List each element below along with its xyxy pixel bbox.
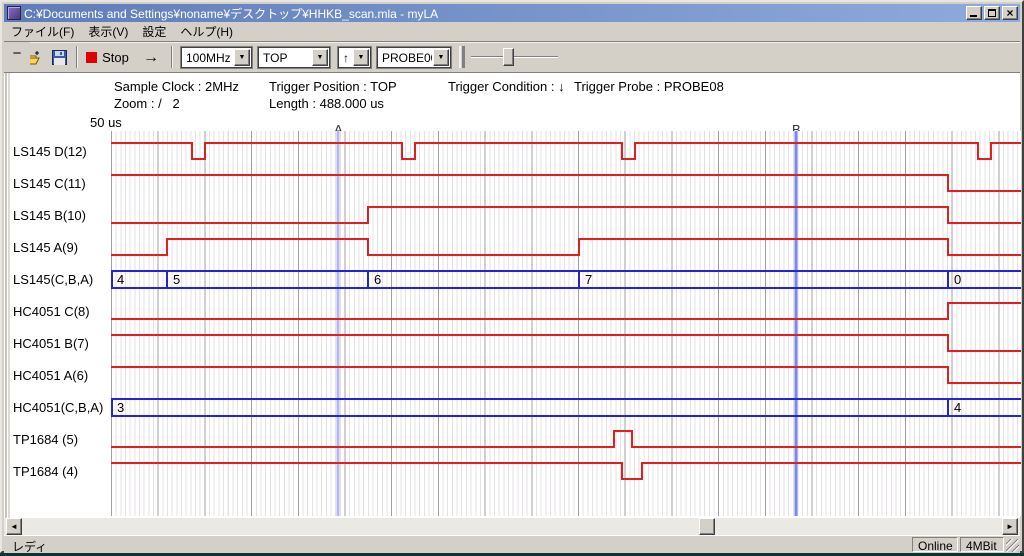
stop-button[interactable]: Stop xyxy=(83,46,132,69)
app-window: C:¥Documents and Settings¥noname¥デスクトップ¥… xyxy=(0,0,1024,553)
bus-value: 4 xyxy=(954,400,961,415)
zoom-out-button[interactable]: − xyxy=(4,42,30,65)
length-info: Length : 488.000 us xyxy=(269,96,384,111)
chevron-down-icon[interactable]: ▼ xyxy=(433,49,449,66)
clock-rate-value: 100MHz xyxy=(182,51,233,65)
trace-0 xyxy=(111,143,1021,159)
trace-10 xyxy=(111,463,1021,479)
window-title: C:¥Documents and Settings¥noname¥デスクトップ¥… xyxy=(24,5,962,22)
toolbar: Stop → 100MHz ▼ TOP ▼ ↑ ▼ PROBE00 ▼ −+AB… xyxy=(4,41,1020,72)
waveform-plot[interactable]: 4 5 6 7 0 3 4 xyxy=(111,131,1021,516)
channel-label-6[interactable]: HC4051 B(7) xyxy=(13,336,89,352)
minimize-icon xyxy=(970,15,977,17)
toolbar-separator xyxy=(76,46,78,68)
run-arrow-icon: → xyxy=(143,49,159,67)
trigger-edge-combo[interactable]: ↑ ▼ xyxy=(338,47,371,68)
resize-grip-icon[interactable] xyxy=(1006,539,1019,552)
maximize-icon xyxy=(988,9,996,17)
bus-value: 3 xyxy=(117,400,124,415)
channel-label-2[interactable]: LS145 B(10) xyxy=(13,208,86,224)
trace-3 xyxy=(111,239,1021,255)
channel-label-10[interactable]: TP1684 (4) xyxy=(13,464,78,480)
chevron-down-icon[interactable]: ▼ xyxy=(234,49,250,66)
menu-item-3[interactable]: ヘルプ(H) xyxy=(173,21,240,42)
save-file-button[interactable] xyxy=(46,46,72,69)
status-memory-badge: 4MBit xyxy=(960,537,1004,552)
toolbar-separator xyxy=(171,46,173,68)
run-button[interactable]: → xyxy=(136,46,166,69)
scroll-left-button[interactable]: ◄ xyxy=(6,518,22,535)
title-bar[interactable]: C:¥Documents and Settings¥noname¥デスクトップ¥… xyxy=(4,4,1020,22)
zoom-info: Zoom : / 2 xyxy=(114,96,180,111)
probe-combo[interactable]: PROBE00 ▼ xyxy=(377,47,451,68)
maximize-button[interactable] xyxy=(984,6,1000,20)
channel-label-0[interactable]: LS145 D(12) xyxy=(13,144,87,160)
channel-label-9[interactable]: TP1684 (5) xyxy=(13,432,78,448)
bus-value: 7 xyxy=(585,272,592,287)
menu-item-2[interactable]: 設定 xyxy=(135,21,173,42)
toolbar-grip[interactable] xyxy=(459,46,465,68)
waveform-traces: 4 5 6 7 0 3 4 xyxy=(111,131,1021,516)
channel-label-3[interactable]: LS145 A(9) xyxy=(13,240,78,256)
close-icon: × xyxy=(1003,6,1017,20)
stop-icon xyxy=(86,52,97,63)
waveform-panel: Sample Clock : 2MHz Trigger Position : T… xyxy=(4,72,1020,518)
minimize-button[interactable] xyxy=(966,6,982,20)
sample-clock-info: Sample Clock : 2MHz xyxy=(114,79,239,94)
trace-6 xyxy=(111,335,1021,351)
panel-groove xyxy=(5,73,10,518)
bus-value: 4 xyxy=(117,272,124,287)
trace-1 xyxy=(111,175,1021,191)
horizontal-scrollbar[interactable]: ◄ ► xyxy=(4,518,1020,535)
trace-7 xyxy=(111,367,1021,383)
chevron-down-icon[interactable]: ▼ xyxy=(353,49,369,66)
channel-label-1[interactable]: LS145 C(11) xyxy=(13,176,86,192)
zoom-slider-thumb[interactable] xyxy=(503,48,514,66)
channel-label-8[interactable]: HC4051(C,B,A) xyxy=(13,400,103,416)
status-online-badge: Online xyxy=(912,537,958,552)
trace-9 xyxy=(111,431,1021,447)
trace-5 xyxy=(111,303,1021,319)
channel-label-7[interactable]: HC4051 A(6) xyxy=(13,368,88,384)
close-button[interactable]: × xyxy=(1002,6,1018,20)
zoom-slider-track[interactable] xyxy=(471,56,558,58)
trigger-position-value: TOP xyxy=(259,51,311,65)
trigger-edge-value: ↑ xyxy=(339,51,352,65)
scroll-right-button[interactable]: ► xyxy=(1002,518,1018,535)
scroll-right-icon: ► xyxy=(1006,522,1014,531)
window-buttons: × xyxy=(966,6,1018,20)
menu-item-1[interactable]: 表示(V) xyxy=(81,21,135,42)
channel-label-4[interactable]: LS145(C,B,A) xyxy=(13,272,93,288)
app-icon xyxy=(7,6,21,20)
status-bar: レディ Online 4MBit xyxy=(4,535,1020,553)
trigger-condition-info: Trigger Condition : ↓ xyxy=(448,79,565,94)
trigger-probe-info: Trigger Probe : PROBE08 xyxy=(574,79,724,94)
scroll-left-icon: ◄ xyxy=(10,522,18,531)
scrollbar-thumb[interactable] xyxy=(699,518,715,535)
trigger-position-info: Trigger Position : TOP xyxy=(269,79,397,94)
bus-value: 5 xyxy=(173,272,180,287)
trace-2 xyxy=(111,207,1021,223)
bus-value: 6 xyxy=(374,272,381,287)
stop-button-label: Stop xyxy=(102,50,129,65)
time-scale-label: 50 us xyxy=(90,115,122,130)
chevron-down-icon[interactable]: ▼ xyxy=(312,49,328,66)
channel-label-5[interactable]: HC4051 C(8) xyxy=(13,304,90,320)
save-floppy-icon xyxy=(52,50,67,65)
menu-item-0[interactable]: ファイル(F) xyxy=(4,21,81,42)
clock-rate-combo[interactable]: 100MHz ▼ xyxy=(181,47,252,68)
trigger-position-combo[interactable]: TOP ▼ xyxy=(258,47,330,68)
probe-value: PROBE00 xyxy=(378,51,432,65)
bus-value: 0 xyxy=(954,272,961,287)
menu-bar: ファイル(F)表示(V)設定ヘルプ(H) xyxy=(4,22,1020,41)
